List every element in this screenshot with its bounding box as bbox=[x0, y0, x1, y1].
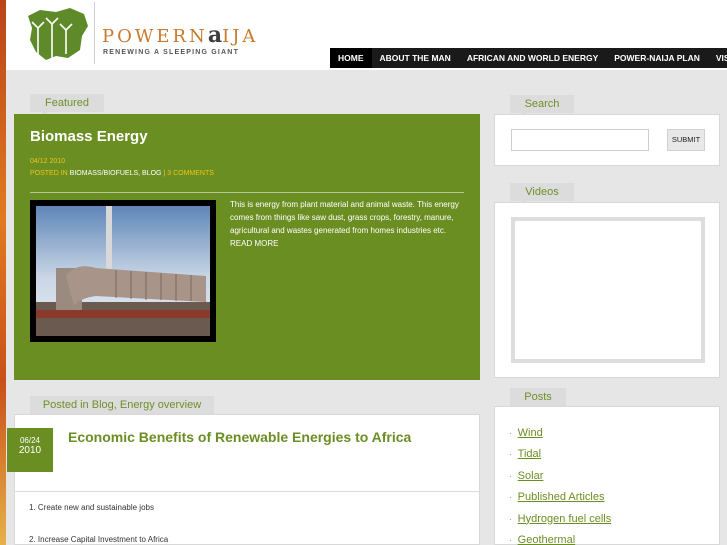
list-item: · Geothermal bbox=[509, 530, 611, 545]
post-link-geothermal[interactable]: Geothermal bbox=[518, 534, 575, 545]
post-link-wind[interactable]: Wind bbox=[518, 427, 543, 439]
post-link-hydrogen-fuel-cells[interactable]: Hydrogen fuel cells bbox=[518, 513, 612, 525]
brand-left: POWERN bbox=[102, 26, 208, 47]
featured-divider bbox=[30, 192, 464, 193]
content-area: Featured Biomass Energy 04/12 2010 POSTE… bbox=[6, 70, 727, 545]
bullet-icon: · bbox=[509, 429, 512, 438]
post-category-tab[interactable]: Posted in Blog, Energy overview bbox=[30, 396, 214, 420]
meta-separator: | bbox=[163, 170, 166, 177]
featured-excerpt: This is energy from plant material and a… bbox=[230, 200, 459, 248]
post-divider bbox=[14, 491, 480, 492]
featured-tab: Featured bbox=[30, 94, 104, 118]
nav-home[interactable]: HOME bbox=[330, 48, 372, 68]
bullet-icon: · bbox=[509, 493, 512, 503]
post-year: 2010 bbox=[18, 445, 42, 456]
post-month-day: 06/24 bbox=[19, 436, 41, 445]
featured-panel: Biomass Energy 04/12 2010 POSTED IN BIOM… bbox=[14, 114, 480, 380]
featured-categories[interactable]: BIOMASS/BIOFUELS, BLOG bbox=[70, 170, 162, 177]
post-line-2: 2. Increase Capital Investment to Africa bbox=[29, 535, 169, 544]
bullet-icon: · bbox=[509, 471, 512, 481]
posts-list: · Wind · Tidal · Solar · Published Articles … bbox=[509, 423, 611, 545]
biomass-plant-image bbox=[36, 206, 210, 336]
post-link-solar[interactable]: Solar bbox=[518, 470, 544, 482]
bullet-icon: · bbox=[509, 536, 512, 545]
nigeria-map-logo-icon[interactable] bbox=[22, 6, 92, 62]
post-link-tidal[interactable]: Tidal bbox=[518, 448, 541, 460]
nav-vision[interactable]: VISION bbox=[708, 48, 727, 68]
videos-tab: Videos bbox=[510, 183, 574, 207]
featured-meta: POSTED IN BIOMASS/BIOFUELS, BLOG | 3 COM… bbox=[30, 170, 214, 177]
search-panel: SUBMIT bbox=[494, 114, 720, 166]
main-nav: HOME ABOUT THE MAN AFRICAN AND WORLD ENE… bbox=[330, 48, 727, 68]
brand-mid: a bbox=[207, 22, 223, 48]
videos-panel bbox=[494, 202, 720, 378]
featured-comments-link[interactable]: 3 COMMENTS bbox=[167, 170, 214, 177]
featured-date: 04/12 2010 bbox=[30, 158, 66, 165]
posted-in-label: POSTED IN bbox=[30, 170, 68, 177]
brand-right: IJA bbox=[222, 26, 259, 47]
video-player[interactable] bbox=[511, 217, 705, 363]
search-submit-button[interactable]: SUBMIT bbox=[667, 129, 705, 151]
featured-title[interactable]: Biomass Energy bbox=[30, 128, 148, 145]
post-line-1: 1. Create new and sustainable jobs bbox=[29, 503, 154, 512]
nav-about-the-man[interactable]: ABOUT THE MAN bbox=[372, 48, 459, 68]
brand-tagline: RENEWING A SLEEPING GIANT bbox=[103, 49, 240, 56]
list-item: · Tidal bbox=[509, 444, 611, 465]
brand-wordmark[interactable]: POWERNaIJA bbox=[102, 22, 258, 48]
list-item: · Published Articles bbox=[509, 487, 611, 508]
posts-tab: Posts bbox=[510, 388, 566, 412]
search-input[interactable] bbox=[511, 129, 649, 151]
site-header: POWERNaIJA RENEWING A SLEEPING GIANT HOM… bbox=[6, 0, 727, 70]
list-item: · Solar bbox=[509, 466, 611, 487]
post-date-badge: 06/24 2010 bbox=[7, 428, 53, 472]
posts-panel: · Wind · Tidal · Solar · Published Articles … bbox=[494, 406, 720, 545]
search-tab: Search bbox=[510, 95, 574, 119]
list-item: · Hydrogen fuel cells bbox=[509, 509, 611, 530]
nav-african-and-world-energy[interactable]: AFRICAN AND WORLD ENERGY bbox=[459, 48, 606, 68]
bullet-icon: · bbox=[509, 450, 512, 460]
post-title[interactable]: Economic Benefits of Renewable Energies … bbox=[68, 428, 458, 446]
featured-photo[interactable] bbox=[30, 200, 216, 342]
list-item: · Wind bbox=[509, 423, 611, 444]
post-link-published-articles[interactable]: Published Articles bbox=[518, 491, 605, 503]
logo-divider bbox=[94, 2, 95, 64]
nav-power-naija-plan[interactable]: POWER-NAIJA PLAN bbox=[606, 48, 708, 68]
bullet-icon: · bbox=[509, 514, 512, 524]
